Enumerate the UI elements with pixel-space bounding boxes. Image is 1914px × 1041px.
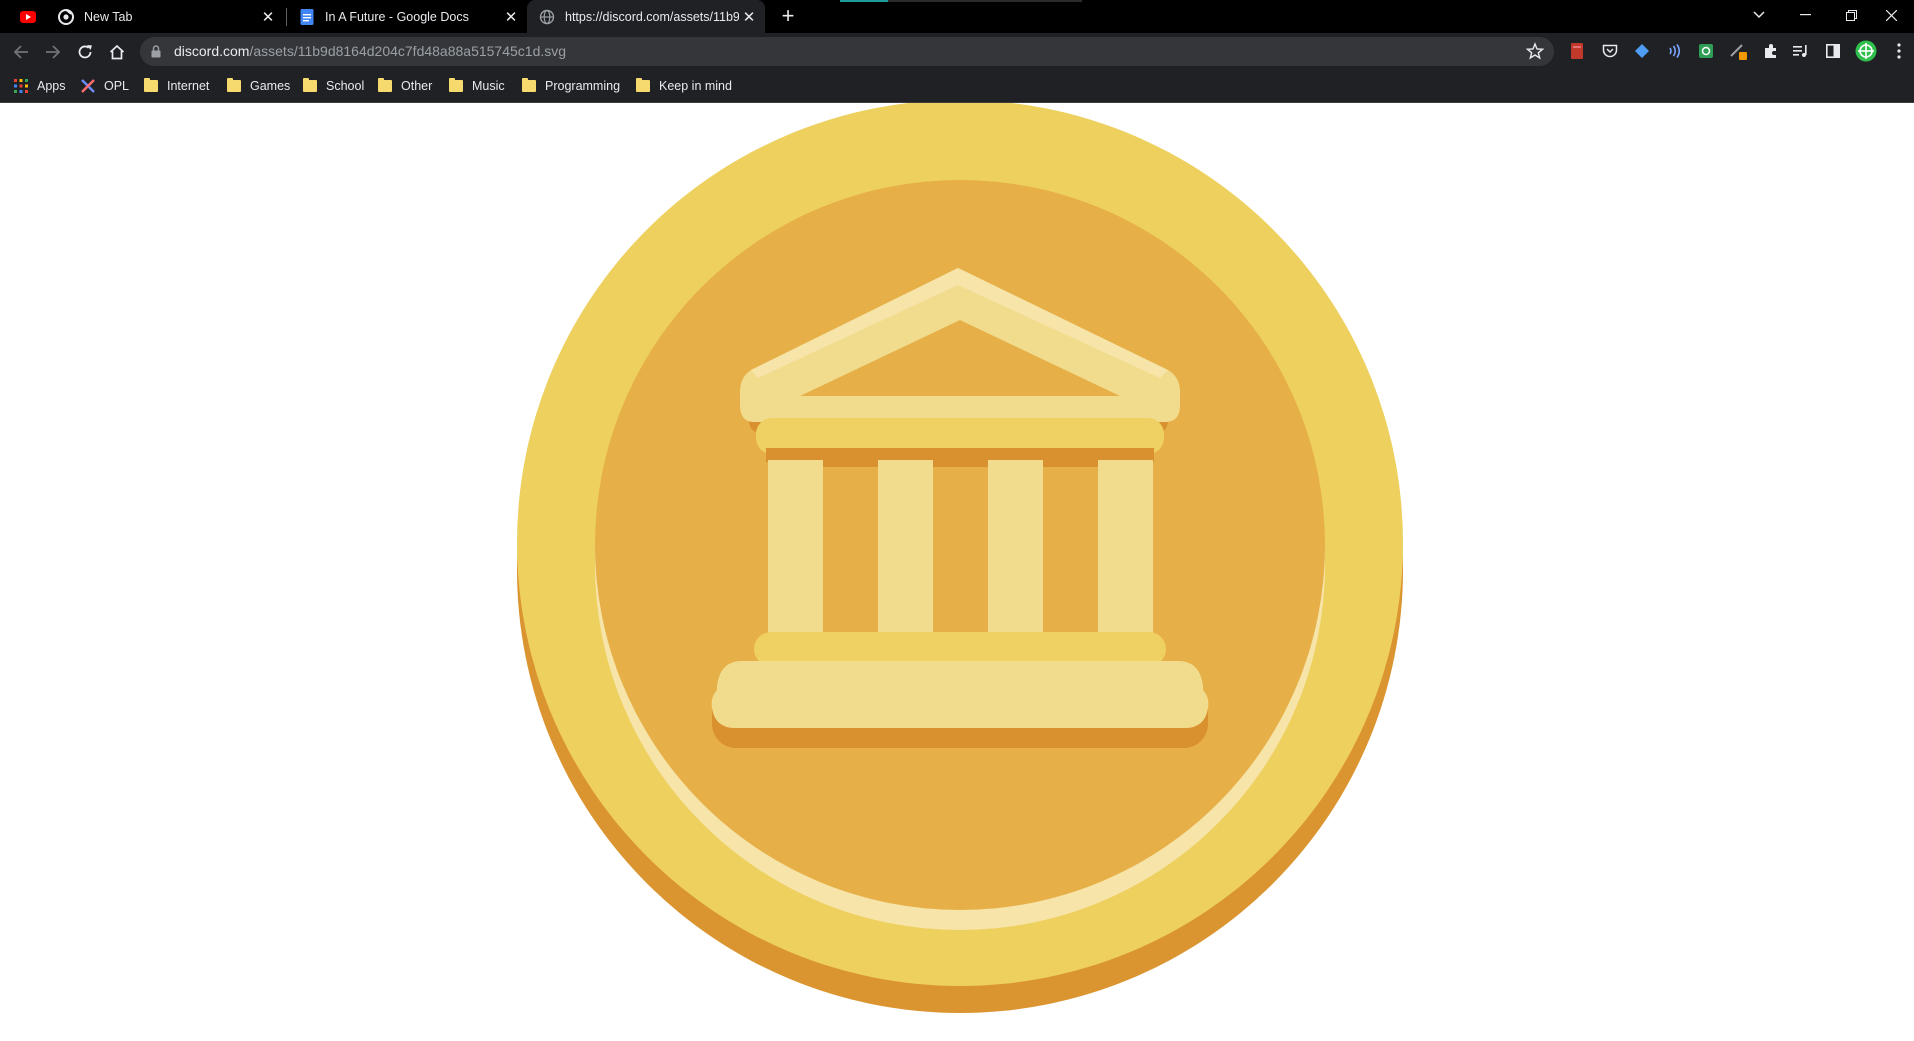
tab-strip-accent bbox=[840, 0, 888, 2]
bookmark-label: Programming bbox=[545, 79, 621, 93]
close-icon[interactable]: ✕ bbox=[258, 8, 278, 26]
lock-icon[interactable] bbox=[151, 45, 161, 58]
puzzle-extensions-icon[interactable] bbox=[1762, 42, 1780, 60]
google-docs-icon bbox=[300, 8, 314, 25]
reload-button[interactable] bbox=[72, 39, 98, 65]
media-control-icon[interactable] bbox=[1792, 42, 1810, 60]
folder-icon bbox=[144, 78, 158, 92]
bookmark-folder-other[interactable]: Other bbox=[378, 70, 432, 102]
side-panel-icon[interactable] bbox=[1824, 42, 1842, 60]
close-icon bbox=[1885, 9, 1897, 21]
tab-title: https://discord.com/assets/11b9d8164d204… bbox=[565, 9, 739, 24]
bookmark-folder-school[interactable]: School bbox=[303, 70, 364, 102]
profile-avatar-icon[interactable] bbox=[1855, 40, 1877, 62]
tab-new-tab[interactable]: New Tab ✕ bbox=[46, 0, 284, 33]
folder-icon bbox=[636, 78, 650, 92]
bookmark-label: Music bbox=[472, 79, 505, 93]
tab-title: In A Future - Google Docs bbox=[325, 9, 469, 24]
opl-icon bbox=[81, 79, 95, 93]
bookmark-star-icon[interactable] bbox=[1526, 42, 1544, 60]
folder-icon bbox=[227, 78, 241, 92]
arrow-right-icon bbox=[46, 45, 61, 59]
bookmark-opl[interactable]: OPL bbox=[81, 70, 129, 102]
bookmark-label: Games bbox=[250, 79, 291, 93]
tab-google-docs[interactable]: In A Future - Google Docs ✕ bbox=[287, 0, 527, 33]
folder-icon bbox=[303, 78, 317, 92]
url-text[interactable]: discord.com/assets/11b9d8164d204c7fd48a8… bbox=[174, 43, 566, 59]
reload-icon bbox=[78, 45, 92, 59]
home-icon bbox=[109, 44, 125, 60]
bookmark-folder-games[interactable]: Games bbox=[227, 70, 290, 102]
bookmark-folder-internet[interactable]: Internet bbox=[144, 70, 209, 102]
url-path: /assets/11b9d8164d204c7fd48a88a515745c1d… bbox=[249, 43, 567, 59]
new-tab-button[interactable]: + bbox=[776, 4, 800, 28]
address-bar[interactable]: discord.com/assets/11b9d8164d204c7fd48a8… bbox=[140, 37, 1554, 66]
diamond-extension-icon[interactable] bbox=[1633, 42, 1651, 60]
browser-toolbar: discord.com/assets/11b9d8164d204c7fd48a8… bbox=[0, 33, 1914, 70]
apps-grid-icon bbox=[14, 79, 28, 93]
bookmarks-bar: Apps OPL Internet Games School Other Mus… bbox=[0, 70, 1914, 103]
youtube-icon bbox=[20, 10, 36, 23]
url-host: discord.com bbox=[174, 43, 250, 59]
bookmark-label: School bbox=[326, 79, 365, 93]
pocket-icon[interactable] bbox=[1601, 42, 1619, 60]
tab-strip: New Tab ✕ In A Future - Google Docs ✕ ht… bbox=[0, 0, 1914, 33]
read-aloud-icon[interactable] bbox=[1665, 42, 1683, 60]
bookmark-label: Keep in mind bbox=[659, 79, 732, 93]
page-content bbox=[0, 103, 1914, 1041]
globe-icon bbox=[539, 9, 555, 24]
home-button[interactable] bbox=[104, 39, 130, 65]
chrome-icon bbox=[58, 8, 74, 25]
tab-pinned-youtube[interactable] bbox=[8, 0, 44, 33]
close-window-button[interactable] bbox=[1868, 0, 1914, 30]
tab-strip-accent-dark bbox=[888, 0, 1082, 2]
chevron-down-icon bbox=[1753, 11, 1765, 19]
close-icon[interactable]: ✕ bbox=[739, 8, 759, 26]
arrow-left-icon bbox=[13, 45, 28, 59]
extension-red-icon[interactable] bbox=[1568, 42, 1586, 60]
folder-icon bbox=[378, 78, 392, 92]
bookmark-folder-music[interactable]: Music bbox=[449, 70, 505, 102]
bookmark-apps[interactable]: Apps bbox=[14, 70, 66, 102]
restore-icon bbox=[1845, 9, 1857, 21]
bookmark-label: OPL bbox=[104, 79, 130, 93]
green-extension-icon[interactable] bbox=[1697, 42, 1715, 60]
bookmark-folder-keep-in-mind[interactable]: Keep in mind bbox=[636, 70, 732, 102]
bookmark-label: Apps bbox=[37, 79, 66, 93]
folder-icon bbox=[522, 78, 536, 92]
coin-bank-image bbox=[517, 103, 1403, 1013]
folder-icon bbox=[449, 78, 463, 92]
bookmark-label: Other bbox=[401, 79, 433, 93]
pen-extension-icon[interactable] bbox=[1729, 42, 1747, 60]
forward-button[interactable] bbox=[40, 39, 66, 65]
bookmark-label: Internet bbox=[167, 79, 210, 93]
tab-discord-asset[interactable]: https://discord.com/assets/11b9d8164d204… bbox=[527, 0, 765, 33]
minimize-icon bbox=[1799, 14, 1811, 16]
kebab-menu-icon[interactable] bbox=[1890, 42, 1908, 60]
back-button[interactable] bbox=[8, 39, 34, 65]
minimize-button[interactable] bbox=[1782, 0, 1828, 30]
tab-title: New Tab bbox=[84, 9, 133, 24]
close-icon[interactable]: ✕ bbox=[501, 8, 521, 26]
tab-search-button[interactable] bbox=[1736, 0, 1782, 30]
bookmark-folder-programming[interactable]: Programming bbox=[522, 70, 620, 102]
